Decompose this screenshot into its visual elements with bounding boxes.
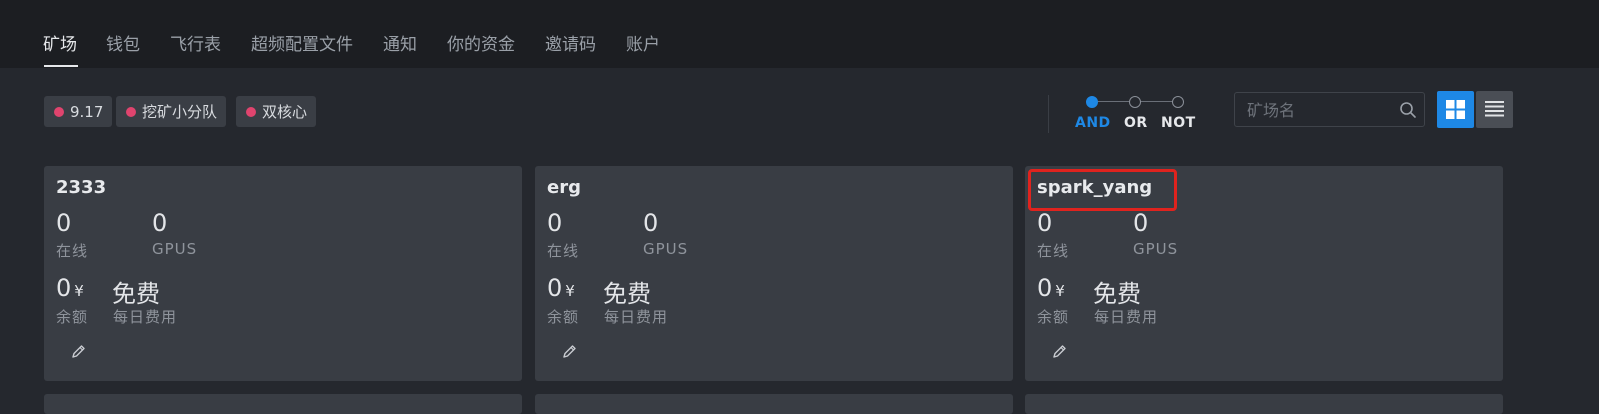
tab-account[interactable]: 账户 xyxy=(626,30,660,55)
farm-name-search-input[interactable] xyxy=(1247,99,1397,121)
pencil-icon[interactable] xyxy=(1051,343,1068,360)
logic-connector xyxy=(1141,101,1172,102)
divider xyxy=(1048,95,1049,133)
tag-dot-icon xyxy=(54,106,64,117)
filter-tag-label: 双核心 xyxy=(262,103,308,121)
logic-not-node[interactable] xyxy=(1172,96,1184,108)
grid-view-button[interactable] xyxy=(1437,91,1474,128)
tab-notifications[interactable]: 通知 xyxy=(383,30,417,55)
gpus-label: GPUS xyxy=(152,240,198,258)
gpus-label: GPUS xyxy=(643,240,689,258)
pencil-icon[interactable] xyxy=(561,343,578,360)
farm-name[interactable]: 2333 xyxy=(56,177,106,198)
gpu-count: 0 xyxy=(152,209,168,237)
currency-symbol: ¥ xyxy=(74,282,84,300)
farm-card[interactable]: erg 0 在线 0 GPUS 0 ¥ 余额 免费 每日费用 xyxy=(535,166,1013,381)
farm-card-partial[interactable] xyxy=(1025,394,1503,414)
balance-label: 余额 xyxy=(56,308,89,326)
list-view-button[interactable] xyxy=(1476,91,1513,128)
online-label: 在线 xyxy=(547,242,580,260)
highlight-annotation xyxy=(1028,169,1177,211)
logic-not-label[interactable]: NOT xyxy=(1161,115,1196,131)
balance: 0 ¥ xyxy=(1037,274,1065,302)
currency-symbol: ¥ xyxy=(565,282,575,300)
farm-card-partial[interactable] xyxy=(535,394,1013,414)
farm-search xyxy=(1234,92,1425,127)
tab-farms[interactable]: 矿场 xyxy=(43,30,77,55)
online-label: 在线 xyxy=(1037,242,1070,260)
list-view-icon xyxy=(1485,101,1504,117)
daily-cost-label: 每日费用 xyxy=(1094,308,1159,326)
grid-view-icon xyxy=(1446,100,1465,119)
currency-symbol: ¥ xyxy=(1055,282,1065,300)
balance-label: 余额 xyxy=(1037,308,1070,326)
online-count: 0 xyxy=(56,209,72,237)
daily-cost-label: 每日费用 xyxy=(113,308,178,326)
top-nav: 矿场 钱包 飞行表 超频配置文件 通知 你的资金 邀请码 账户 xyxy=(0,0,1599,68)
filter-tag[interactable]: 双核心 xyxy=(236,96,317,127)
balance-value: 0 xyxy=(56,274,72,302)
tab-invite-codes[interactable]: 邀请码 xyxy=(545,30,596,55)
tab-overclock-templates[interactable]: 超频配置文件 xyxy=(251,30,353,55)
filter-tag-label: 9.17 xyxy=(70,102,104,121)
online-label: 在线 xyxy=(56,242,89,260)
farm-name[interactable]: erg xyxy=(547,177,581,198)
balance-label: 余额 xyxy=(547,308,580,326)
tab-flight-sheets[interactable]: 飞行表 xyxy=(170,30,221,55)
logic-and-node[interactable] xyxy=(1086,96,1098,108)
logic-or-node[interactable] xyxy=(1129,96,1141,108)
balance: 0 ¥ xyxy=(56,274,84,302)
daily-cost: 免费 xyxy=(112,280,160,308)
daily-cost: 免费 xyxy=(1093,280,1141,308)
active-tab-indicator xyxy=(44,65,78,67)
daily-cost: 免费 xyxy=(603,280,651,308)
balance-value: 0 xyxy=(1037,274,1053,302)
balance-value: 0 xyxy=(547,274,563,302)
gpus-label: GPUS xyxy=(1133,240,1179,258)
daily-cost-label: 每日费用 xyxy=(604,308,669,326)
tag-dot-icon xyxy=(246,106,256,117)
farm-card-partial[interactable] xyxy=(44,394,522,414)
online-count: 0 xyxy=(1037,209,1053,237)
gpu-count: 0 xyxy=(643,209,659,237)
tag-dot-icon xyxy=(126,106,136,117)
online-count: 0 xyxy=(547,209,563,237)
filter-tag-label: 挖矿小分队 xyxy=(142,103,218,121)
filter-tag[interactable]: 9.17 xyxy=(44,96,113,127)
logic-and-label[interactable]: AND xyxy=(1075,115,1111,131)
tab-wallet[interactable]: 钱包 xyxy=(106,30,140,55)
pencil-icon[interactable] xyxy=(70,343,87,360)
farm-card[interactable]: 2333 0 在线 0 GPUS 0 ¥ 余额 免费 每日费用 xyxy=(44,166,522,381)
gpu-count: 0 xyxy=(1133,209,1149,237)
logic-connector xyxy=(1098,101,1129,102)
logic-or-label[interactable]: OR xyxy=(1124,115,1148,131)
balance: 0 ¥ xyxy=(547,274,575,302)
filter-tag[interactable]: 挖矿小分队 xyxy=(116,96,227,127)
search-icon[interactable] xyxy=(1399,101,1417,119)
tab-your-funds[interactable]: 你的资金 xyxy=(447,30,515,55)
